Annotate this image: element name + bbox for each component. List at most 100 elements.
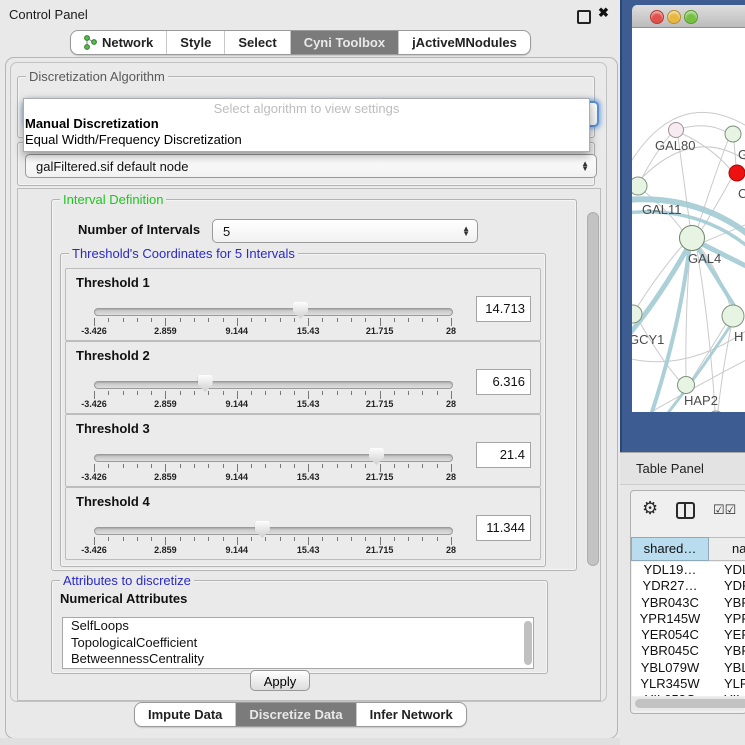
checkbox-icons[interactable]: ☑☑ <box>713 502 736 518</box>
tab-discretize-data[interactable]: Discretize Data <box>236 703 356 726</box>
network-canvas[interactable]: GAL80GALCGAL11GAL4GCY1HHAP2 <box>632 28 745 412</box>
threshold-panel: Threshold 3 -3.4262.8599.14415.4321.7152… <box>65 414 541 487</box>
network-node[interactable] <box>708 411 724 412</box>
attributes-scrollbar[interactable] <box>524 621 532 665</box>
threshold-value-field[interactable]: 6.316 <box>476 369 531 395</box>
table-row[interactable]: YBR043CYBR0 <box>632 595 745 611</box>
network-node[interactable] <box>678 377 695 394</box>
network-node[interactable] <box>725 126 741 142</box>
table-cell[interactable]: YBL0 <box>708 660 745 676</box>
table-cell[interactable]: YPR145W <box>632 611 708 627</box>
network-window-titlebar[interactable] <box>632 5 745 28</box>
network-window: GAL80GALCGAL11GAL4GCY1HHAP2 <box>632 5 745 412</box>
attribute-list-item[interactable]: SelfLoops <box>63 618 533 635</box>
table-cell[interactable]: YBR045C <box>632 643 708 659</box>
float-window-icon[interactable] <box>577 10 591 24</box>
threshold-slider-track[interactable] <box>94 454 453 462</box>
threshold-label: Threshold 3 <box>76 421 150 436</box>
network-node[interactable] <box>669 123 684 138</box>
threshold-slider-thumb[interactable] <box>369 448 384 465</box>
algorithm-group: Discretization Algorithm ▲▼ Select algor… <box>17 76 595 138</box>
algorithm-option[interactable]: Manual Discretization <box>24 116 589 132</box>
tab-label: Infer Network <box>370 707 453 722</box>
table-cell[interactable]: YER054C <box>632 627 708 643</box>
table-row[interactable]: YBL079WYBL0 <box>632 660 745 676</box>
table-cell[interactable]: YPR1 <box>708 611 745 627</box>
threshold-slider-track[interactable] <box>94 308 453 316</box>
slider-tick-labels: -3.4262.8599.14415.4321.71528 <box>94 545 451 556</box>
threshold-slider-thumb[interactable] <box>255 521 270 538</box>
network-node-label: GAL80 <box>655 138 695 153</box>
table-cell[interactable]: YLR345W <box>632 676 708 692</box>
table-row[interactable]: YBR045CYBR0 <box>632 643 745 659</box>
table-horizontal-scrollbar[interactable] <box>631 697 744 711</box>
table-row[interactable]: YDR27…YDR2 <box>632 578 745 594</box>
table-row[interactable]: YLR345WYLR3 <box>632 676 745 692</box>
close-icon[interactable]: ✖ <box>598 5 609 21</box>
threshold-value-field[interactable]: 21.4 <box>476 442 531 468</box>
tab-style[interactable]: Style <box>167 31 225 54</box>
tab-label: Impute Data <box>148 707 222 722</box>
table-row[interactable]: YER054CYER0 <box>632 627 745 643</box>
threshold-value-field[interactable]: 11.344 <box>476 515 531 541</box>
table-cell[interactable]: YER0 <box>708 627 745 643</box>
close-traffic-icon[interactable] <box>650 10 664 24</box>
table-row[interactable]: YPR145WYPR1 <box>632 611 745 627</box>
network-node[interactable] <box>680 226 705 251</box>
zoom-traffic-icon[interactable] <box>684 10 698 24</box>
table-cell[interactable]: YDR27… <box>632 578 708 594</box>
table-cell[interactable]: YDL19… <box>632 562 708 578</box>
tab-impute-data[interactable]: Impute Data <box>135 703 236 726</box>
table-header-row: shared… na <box>631 537 745 561</box>
table-cell[interactable]: YIL0 <box>708 692 745 696</box>
table-header-cell[interactable]: na <box>709 537 745 561</box>
threshold-value-field[interactable]: 14.713 <box>476 296 531 322</box>
threshold-slider-track[interactable] <box>94 381 453 389</box>
tab-infer-network[interactable]: Infer Network <box>357 703 466 726</box>
tab-label: Discretize Data <box>249 707 342 722</box>
table-cell[interactable]: YBR0 <box>708 595 745 611</box>
apply-button[interactable]: Apply <box>250 670 310 691</box>
network-node[interactable] <box>729 165 745 181</box>
gear-icon[interactable]: ⚙ <box>642 498 658 519</box>
settings-vertical-scrollbar[interactable] <box>585 190 599 697</box>
network-node[interactable] <box>722 305 744 327</box>
attributes-list[interactable]: SelfLoopsTopologicalCoefficientBetweenne… <box>62 617 534 669</box>
coords-group-title: Threshold's Coordinates for 5 Intervals <box>69 246 298 261</box>
table-header-cell[interactable]: shared… <box>631 537 709 561</box>
table-cell[interactable]: YLR3 <box>708 676 745 692</box>
tab-select[interactable]: Select <box>225 31 290 54</box>
network-node-label: GAL4 <box>688 251 721 266</box>
minimize-traffic-icon[interactable] <box>667 10 681 24</box>
interval-group-title: Interval Definition <box>60 192 166 207</box>
table-row[interactable]: YIL052CYIL0 <box>632 692 745 696</box>
threshold-slider-thumb[interactable] <box>198 375 213 392</box>
table-panel-header: Table Panel <box>620 452 745 485</box>
intervals-count-combo[interactable]: 5 ▲▼ <box>212 219 478 243</box>
coords-group: Threshold's Coordinates for 5 Intervals … <box>60 253 546 567</box>
attribute-list-item[interactable]: TopologicalCoefficient <box>63 635 533 652</box>
table-cell[interactable]: YBR0 <box>708 643 745 659</box>
threshold-panel: Threshold 2 -3.4262.8599.14415.4321.7152… <box>65 341 541 414</box>
tab-label: jActiveMNodules <box>412 35 517 50</box>
table-row[interactable]: YDL19…YDL1 <box>632 562 745 578</box>
tab-cyni-toolbox[interactable]: Cyni Toolbox <box>291 31 399 54</box>
network-node[interactable] <box>632 177 647 195</box>
column-view-icon[interactable] <box>676 502 695 519</box>
algorithm-option[interactable]: Equal Width/Frequency Discretization <box>24 132 589 148</box>
tab-jactivemnodules[interactable]: jActiveMNodules <box>399 31 530 54</box>
table-cell[interactable]: YDL1 <box>708 562 745 578</box>
tab-network[interactable]: Network <box>71 31 167 54</box>
threshold-label: Threshold 2 <box>76 348 150 363</box>
threshold-slider-thumb[interactable] <box>293 302 308 319</box>
attribute-list-item[interactable]: BetweennessCentrality <box>63 651 533 668</box>
spinner-icon: ▲▼ <box>462 226 470 236</box>
threshold-slider-track[interactable] <box>94 527 453 535</box>
table-cell[interactable]: YIL052C <box>632 692 708 696</box>
scrollbar-thumb[interactable] <box>587 212 599 566</box>
table-data-combo[interactable]: galFiltered.sif default node ▲▼ <box>25 154 597 178</box>
scrollbar-thumb[interactable] <box>635 699 745 708</box>
table-cell[interactable]: YBL079W <box>632 660 708 676</box>
table-cell[interactable]: YDR2 <box>708 578 745 594</box>
table-cell[interactable]: YBR043C <box>632 595 708 611</box>
